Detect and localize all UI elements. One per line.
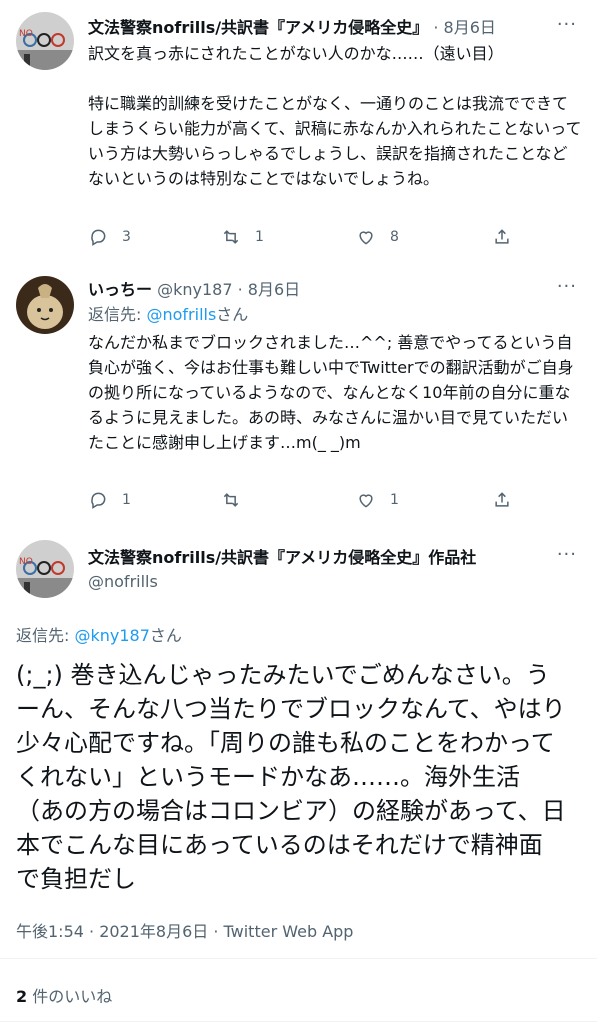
- reply-icon: [91, 229, 106, 246]
- like-button[interactable]: 8: [356, 227, 399, 247]
- reply-context: 返信先: @nofrillsさん: [88, 305, 248, 325]
- tweet-text: 訳文を真っ赤にされたことがない人のかな……（遠い目） 特に職業的訓練を受けたこと…: [88, 44, 582, 188]
- tweet-2[interactable]: いっちー @kny187 · 8月6日 ··· 返信先: @nofrillsさん…: [0, 270, 597, 540]
- tweet-actions: 1 1: [88, 490, 528, 514]
- tweet-1[interactable]: NO 文法警察nofrills/共訳書『アメリカ侵略全史』 · 8月6日 ···…: [0, 0, 597, 270]
- retweet-count: 1: [255, 229, 264, 245]
- tweet-actions: 3 1 8: [88, 227, 528, 251]
- reply-context: 返信先: @kny187さん: [16, 622, 182, 646]
- share-icon: [495, 492, 509, 507]
- likes-label: 件のいいね: [27, 987, 113, 1006]
- svg-text:NO: NO: [19, 557, 33, 567]
- reply-prefix: 返信先:: [16, 626, 75, 645]
- likes-count: 2: [16, 987, 28, 1006]
- like-count: 8: [390, 229, 399, 245]
- reply-button[interactable]: 3: [88, 227, 131, 247]
- tweet-header: 文法警察nofrills/共訳書『アメリカ侵略全史』 · 8月6日: [88, 18, 496, 38]
- like-icon: [359, 231, 373, 245]
- reply-icon: [91, 492, 106, 509]
- main-author: 文法警察nofrills/共訳書『アメリカ侵略全史』作品社 @nofrills: [88, 548, 476, 592]
- more-icon[interactable]: ···: [557, 544, 577, 565]
- svg-text:NO: NO: [19, 29, 33, 39]
- share-button[interactable]: [492, 490, 512, 510]
- reply-button[interactable]: 1: [88, 490, 131, 510]
- author-handle[interactable]: @nofrills: [88, 572, 476, 592]
- reply-to-link[interactable]: @kny187: [74, 626, 149, 645]
- reply-to-link[interactable]: @nofrills: [146, 305, 216, 324]
- avatar[interactable]: NO: [16, 540, 74, 598]
- avatar[interactable]: NO: [16, 12, 74, 70]
- like-count: 1: [390, 492, 399, 508]
- like-icon: [359, 494, 373, 508]
- retweet-button[interactable]: [221, 490, 241, 510]
- more-icon[interactable]: ···: [557, 14, 577, 35]
- divider: [0, 1021, 597, 1022]
- author-name[interactable]: 文法警察nofrills/共訳書『アメリカ侵略全史』作品社: [88, 548, 476, 568]
- more-icon[interactable]: ···: [557, 276, 577, 297]
- author-name[interactable]: いっちー: [88, 280, 152, 299]
- author-name[interactable]: 文法警察nofrills/共訳書『アメリカ侵略全史』: [88, 18, 428, 37]
- tweet-thread: NO 文法警察nofrills/共訳書『アメリカ侵略全史』 · 8月6日 ···…: [0, 0, 597, 1025]
- tweet-text: なんだか私までブロックされました…^^; 善意でやってるという自負心が強く、今は…: [88, 333, 574, 452]
- tweet-timestamp[interactable]: 午後1:54 · 2021年8月6日 · Twitter Web App: [16, 918, 353, 942]
- reply-count: 3: [122, 229, 131, 245]
- retweet-icon: [223, 230, 239, 244]
- reply-count: 1: [122, 492, 131, 508]
- retweet-button[interactable]: 1: [221, 227, 264, 247]
- main-tweet: NO 文法警察nofrills/共訳書『アメリカ侵略全史』作品社 @nofril…: [0, 540, 597, 1025]
- author-handle[interactable]: @kny187: [157, 280, 232, 299]
- avatar[interactable]: [16, 276, 74, 334]
- reply-prefix: 返信先:: [88, 305, 147, 324]
- retweet-icon: [223, 493, 239, 507]
- divider: [0, 958, 597, 959]
- share-button[interactable]: [492, 227, 512, 247]
- tweet-date[interactable]: · 8月6日: [238, 280, 301, 299]
- reply-suffix: さん: [149, 626, 182, 645]
- reply-suffix: さん: [216, 305, 249, 324]
- likes-summary[interactable]: 2 件のいいね: [16, 983, 112, 1007]
- like-button[interactable]: 1: [356, 490, 399, 510]
- share-icon: [495, 229, 509, 244]
- tweet-date[interactable]: · 8月6日: [433, 18, 496, 37]
- main-tweet-text: (;_;) 巻き込んじゃったみたいでごめんなさい。うーん、そんな八つ当たりでブロ…: [16, 661, 566, 893]
- tweet-header: いっちー @kny187 · 8月6日: [88, 280, 300, 300]
